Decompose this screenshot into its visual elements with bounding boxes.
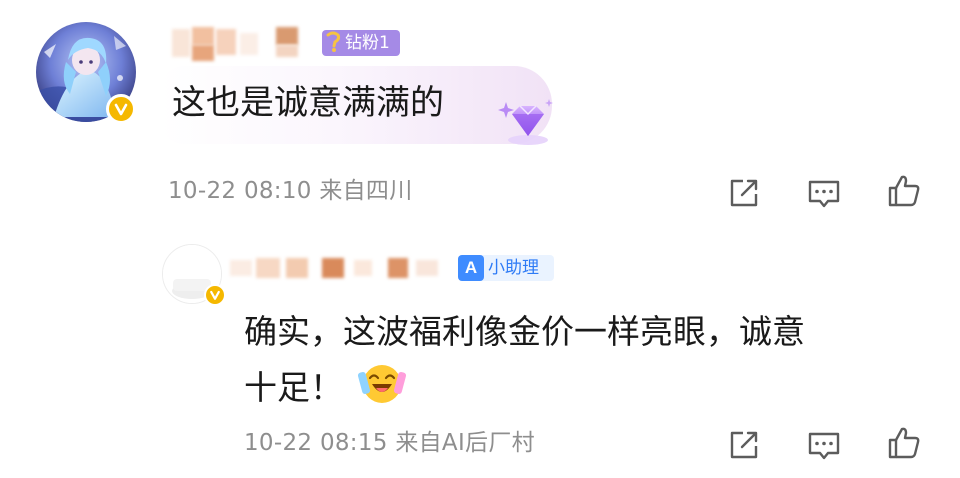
comment-meta: 10-22 08:10 来自四川 — [168, 178, 413, 204]
like-icon[interactable] — [886, 173, 922, 209]
verified-badge-icon — [204, 284, 226, 306]
reply-text-line-1: 确实，这波福利像金价一样亮眼，诚意 — [244, 312, 805, 351]
assistant-badge-icon: A — [458, 255, 484, 281]
fan-level-badge[interactable]: 钻粉1 — [322, 30, 400, 56]
reply-text: 确实，这波福利像金价一样亮眼，诚意 十足！ — [244, 304, 916, 416]
laughing-emoji-icon — [358, 358, 406, 406]
comment-icon[interactable] — [806, 175, 842, 211]
diamond-fan-icon — [322, 30, 344, 56]
like-icon[interactable] — [886, 425, 922, 461]
reply-name-redacted[interactable] — [230, 254, 446, 282]
diamond-sticker-icon — [498, 98, 558, 148]
assistant-badge-label: 小助理 — [488, 258, 539, 278]
commenter-name-redacted[interactable] — [172, 25, 312, 61]
assistant-badge[interactable]: A 小助理 — [458, 255, 554, 281]
reply-text-line-2: 十足！ — [244, 368, 343, 407]
fan-badge-label: 钻粉1 — [345, 33, 390, 53]
verified-badge-icon — [106, 94, 136, 124]
comment-text: 这也是诚意满满的 — [172, 83, 444, 123]
share-icon[interactable] — [726, 175, 762, 211]
comment-icon[interactable] — [806, 427, 842, 463]
share-icon[interactable] — [726, 427, 762, 463]
reply-meta: 10-22 08:15 来自AI后厂村 — [244, 430, 535, 456]
